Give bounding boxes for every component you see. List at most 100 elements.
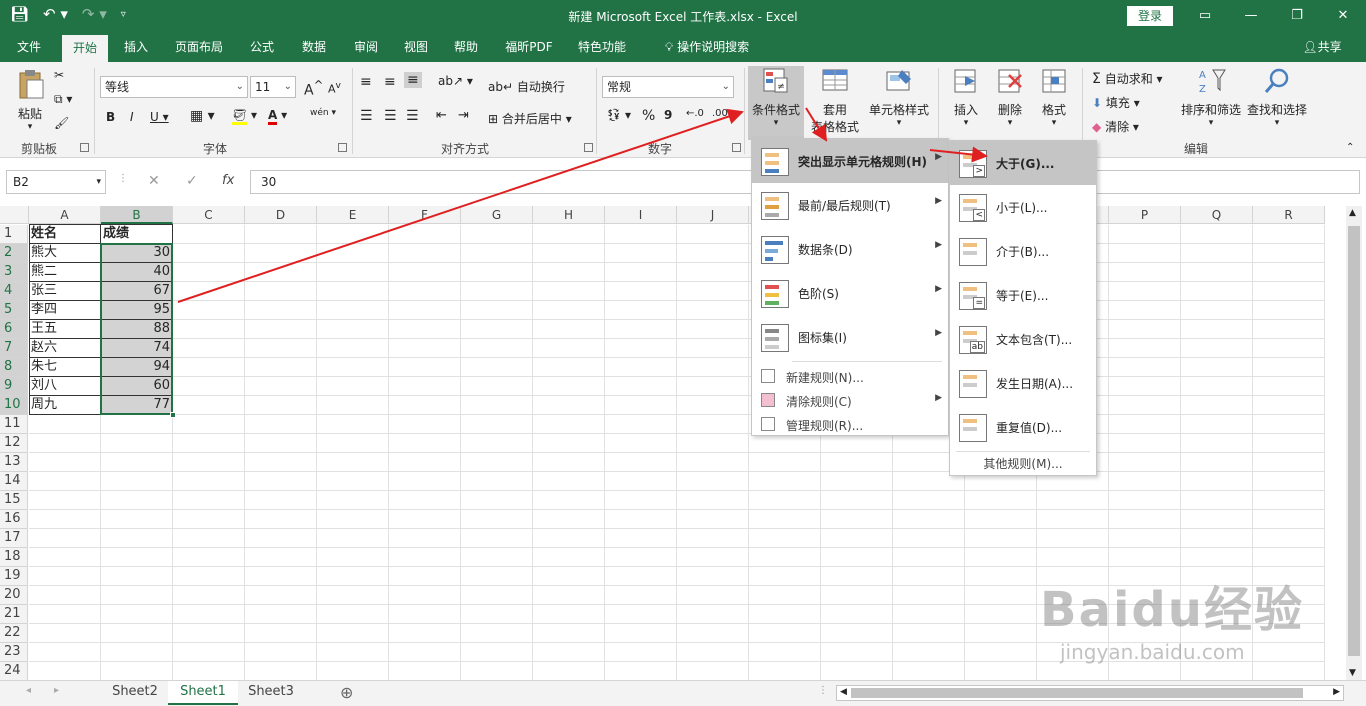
score-cell[interactable]: 77 [101, 396, 173, 415]
cell[interactable] [245, 624, 317, 643]
score-cell[interactable]: 67 [101, 282, 173, 301]
shrink-font-button[interactable]: Av [328, 80, 341, 96]
cell[interactable] [677, 491, 749, 510]
format-cells-button[interactable]: 格式 ▾ [1034, 66, 1074, 128]
cell[interactable] [317, 377, 389, 396]
cell[interactable] [533, 643, 605, 662]
cell[interactable] [677, 320, 749, 339]
fill-button[interactable]: ⬇ 填充 ▾ [1092, 94, 1140, 111]
cell[interactable] [1181, 244, 1253, 263]
highlight-rule-item-7[interactable]: 重复值(D)... [950, 405, 1096, 449]
find-select-button[interactable]: 查找和选择 ▾ [1244, 66, 1310, 128]
cell[interactable] [101, 472, 173, 491]
cell[interactable] [29, 643, 101, 662]
cell[interactable] [389, 472, 461, 491]
cell[interactable] [173, 377, 245, 396]
cell[interactable] [29, 662, 101, 680]
row-header[interactable]: 24 [0, 662, 28, 680]
cell[interactable] [893, 567, 965, 586]
cell[interactable] [317, 624, 389, 643]
restore-button[interactable]: ❐ [1274, 4, 1320, 28]
cell[interactable] [389, 643, 461, 662]
column-header-e[interactable]: E [317, 206, 389, 224]
tab-data[interactable]: 数据 [292, 32, 336, 62]
cell[interactable] [389, 263, 461, 282]
delete-cells-button[interactable]: 删除 ▾ [990, 66, 1030, 128]
cell[interactable] [245, 377, 317, 396]
cell[interactable] [101, 643, 173, 662]
cell[interactable] [245, 662, 317, 680]
tab-review[interactable]: 审阅 [344, 32, 388, 62]
cell[interactable] [173, 529, 245, 548]
row-header[interactable]: 9 [0, 377, 28, 396]
cell[interactable] [317, 472, 389, 491]
cell[interactable] [245, 282, 317, 301]
cf-menu-item-5[interactable]: 图标集(I) ▶ [752, 315, 948, 359]
row-header[interactable]: 6 [0, 320, 28, 339]
cell[interactable] [245, 225, 317, 244]
cell[interactable] [605, 396, 677, 415]
cell[interactable] [101, 529, 173, 548]
phonetic-button[interactable]: wén ▾ [310, 108, 336, 118]
scroll-up-icon[interactable]: ▲ [1349, 208, 1356, 218]
cell[interactable] [1181, 396, 1253, 415]
cell[interactable] [677, 662, 749, 680]
cell[interactable] [1253, 529, 1325, 548]
cell[interactable] [1109, 320, 1181, 339]
cell[interactable] [317, 529, 389, 548]
cell[interactable] [245, 472, 317, 491]
highlight-rule-item-4[interactable]: = 等于(E)... [950, 273, 1096, 317]
name-cell[interactable]: 张三 [29, 282, 101, 301]
cell[interactable] [389, 434, 461, 453]
cell[interactable] [677, 586, 749, 605]
cell[interactable] [1181, 529, 1253, 548]
cell[interactable] [461, 396, 533, 415]
cell[interactable] [749, 662, 821, 680]
cell[interactable] [749, 586, 821, 605]
cf-small-item-2[interactable]: 清除规则(C) ▶ [752, 389, 948, 411]
cell[interactable] [245, 453, 317, 472]
cell[interactable] [605, 472, 677, 491]
cell[interactable] [533, 605, 605, 624]
cell[interactable] [101, 567, 173, 586]
cell[interactable] [533, 244, 605, 263]
grow-font-button[interactable]: A^ [304, 78, 323, 99]
cell[interactable] [1181, 339, 1253, 358]
cell[interactable] [173, 263, 245, 282]
cell[interactable] [29, 586, 101, 605]
cell[interactable] [317, 282, 389, 301]
cell[interactable] [245, 548, 317, 567]
cell[interactable] [533, 377, 605, 396]
cell[interactable] [1181, 320, 1253, 339]
highlight-rule-item-6[interactable]: 发生日期(A)... [950, 361, 1096, 405]
customize-qat-icon[interactable]: ▿ [121, 9, 126, 20]
cell-styles-button[interactable]: 单元格样式 ▾ [866, 66, 932, 128]
cell[interactable] [821, 662, 893, 680]
cell[interactable] [677, 282, 749, 301]
cell[interactable] [173, 282, 245, 301]
cell[interactable] [461, 225, 533, 244]
row-header[interactable]: 3 [0, 263, 28, 282]
cell[interactable] [677, 643, 749, 662]
cell[interactable] [965, 586, 1037, 605]
highlight-rule-item-1[interactable]: > 大于(G)... [950, 141, 1096, 185]
cell[interactable] [317, 510, 389, 529]
cell[interactable] [245, 415, 317, 434]
cell[interactable] [29, 567, 101, 586]
cell[interactable] [461, 510, 533, 529]
cell[interactable] [533, 225, 605, 244]
cell[interactable] [749, 548, 821, 567]
cell[interactable] [29, 434, 101, 453]
cell[interactable] [1109, 377, 1181, 396]
minimize-button[interactable]: — [1228, 4, 1274, 28]
cell[interactable] [533, 529, 605, 548]
cell[interactable] [1109, 244, 1181, 263]
cell[interactable] [461, 567, 533, 586]
cell[interactable] [821, 548, 893, 567]
fill-handle[interactable] [170, 412, 176, 418]
cell[interactable] [461, 529, 533, 548]
cell[interactable] [533, 510, 605, 529]
horizontal-scroll-thumb[interactable] [851, 688, 1303, 698]
cell[interactable] [317, 320, 389, 339]
row-header[interactable]: 8 [0, 358, 28, 377]
